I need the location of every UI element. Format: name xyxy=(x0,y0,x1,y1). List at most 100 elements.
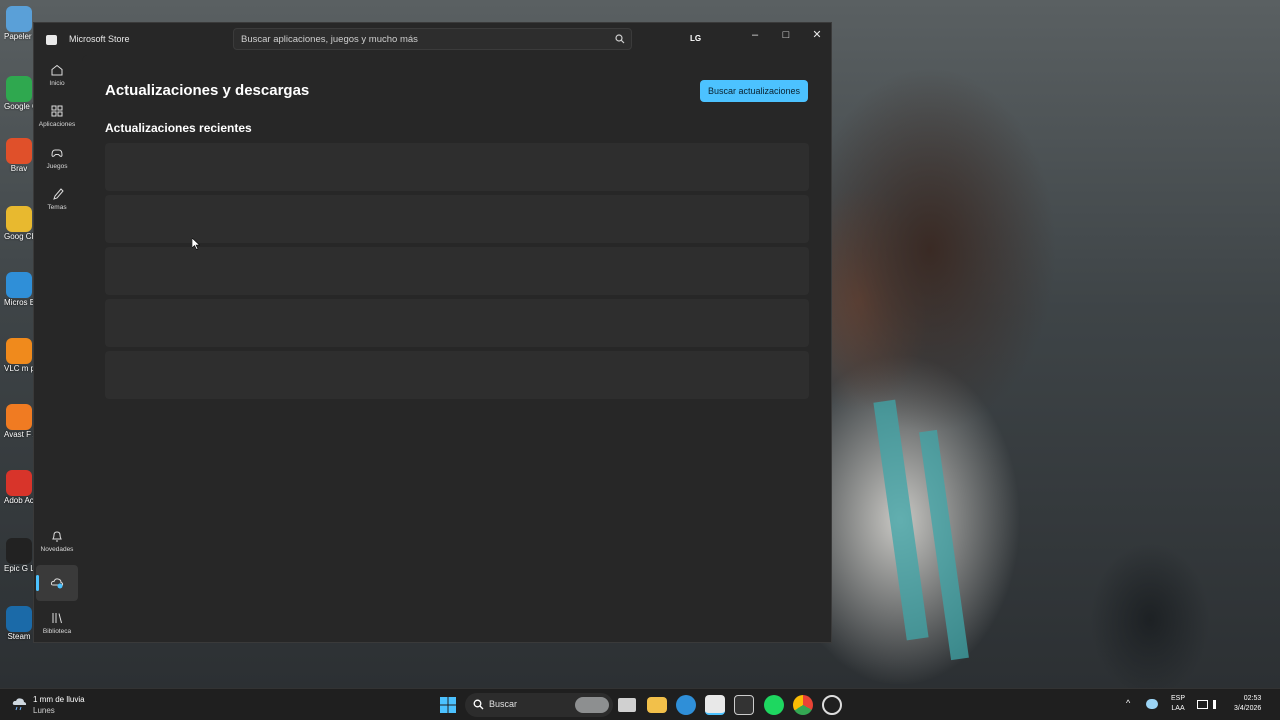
sidebar-item-novedades[interactable]: Novedades xyxy=(36,529,78,553)
gamepad-icon xyxy=(51,149,63,157)
sidebar-item-label: Biblioteca xyxy=(42,628,72,635)
desktop-icon[interactable]: VLC m playe xyxy=(4,338,34,374)
sidebar-item-downloads[interactable] xyxy=(36,565,78,601)
desktop-icon[interactable]: Papeler recicla xyxy=(4,6,34,42)
steam-taskbar-icon[interactable] xyxy=(822,695,842,715)
spotify-icon[interactable] xyxy=(764,695,784,715)
desktop-icon[interactable]: Micros Edge xyxy=(4,272,34,308)
volume-icon[interactable] xyxy=(1213,700,1221,709)
sidebar-item-label: Juegos xyxy=(46,163,68,170)
taskbar: 1 mm de lluvia Lunes Buscar ^ ESP LAA 02… xyxy=(0,688,1280,720)
minimize-button[interactable]: – xyxy=(740,25,770,47)
language-top: ESP xyxy=(1171,695,1186,702)
windows-start-icon[interactable] xyxy=(438,695,458,715)
clock-time: 02:53 xyxy=(1243,695,1262,702)
close-button[interactable]: ✕ xyxy=(802,25,832,47)
network-icon[interactable] xyxy=(1197,700,1208,709)
desktop-app-icon xyxy=(6,76,32,102)
maximize-button[interactable]: □ xyxy=(771,25,801,47)
desktop-icon-label: Steam xyxy=(7,632,31,641)
desktop-icon[interactable]: Avast F Antivi xyxy=(4,404,34,440)
home-icon xyxy=(51,64,63,76)
sidebar-item-label: Inicio xyxy=(49,80,65,87)
desktop-icon-label: Micros Edge xyxy=(4,298,34,307)
sidebar-item-label: Temas xyxy=(47,204,67,211)
desktop-icon-label: Brav xyxy=(10,164,28,173)
pen-app-icon[interactable] xyxy=(734,695,754,715)
tray-expand-icon[interactable]: ^ xyxy=(1126,698,1130,708)
check-updates-button[interactable]: Buscar actualizaciones xyxy=(700,80,808,102)
search-input[interactable]: Buscar aplicaciones, juegos y mucho más xyxy=(233,28,632,50)
store-app-icon xyxy=(46,35,57,45)
loading-placeholder-row xyxy=(105,299,809,347)
search-icon xyxy=(473,699,484,710)
sidebar-item-label: Aplicaciones xyxy=(38,121,76,128)
title-bar[interactable]: Microsoft Store Buscar aplicaciones, jue… xyxy=(34,23,831,55)
desktop-icon[interactable]: Goog Chron xyxy=(4,206,34,242)
desktop-app-icon xyxy=(6,538,32,564)
sidebar-item-inicio[interactable]: Inicio xyxy=(36,63,78,87)
desktop-icon[interactable]: Brav xyxy=(4,138,34,174)
desktop-app-icon xyxy=(6,338,32,364)
search-icon[interactable] xyxy=(615,34,625,44)
loading-placeholder-row xyxy=(105,143,809,191)
desktop-app-icon xyxy=(6,470,32,496)
section-title: Actualizaciones recientes xyxy=(105,121,252,135)
page-title: Actualizaciones y descargas xyxy=(105,82,310,99)
sidebar-item-juegos[interactable]: Juegos xyxy=(36,146,78,170)
loading-placeholder-row xyxy=(105,247,809,295)
desktop-icon-label: Avast F Antivi xyxy=(4,430,34,439)
loading-placeholder-row xyxy=(105,351,809,399)
rain-cloud-icon[interactable] xyxy=(12,697,28,711)
desktop-icon[interactable]: Google Game xyxy=(4,76,34,112)
edge-icon[interactable] xyxy=(676,695,696,715)
bell-icon xyxy=(52,531,62,542)
desktop-app-icon xyxy=(6,606,32,632)
desktop-app-icon xyxy=(6,272,32,298)
downloads-icon xyxy=(50,578,64,589)
desktop-icon-label: Papeler recicla xyxy=(4,32,34,41)
desktop-icon-label: Google Game xyxy=(4,102,34,111)
apps-icon xyxy=(51,105,63,117)
library-icon xyxy=(52,613,62,624)
file-explorer-icon[interactable] xyxy=(647,697,667,713)
desktop-icon[interactable]: Epic G Launc xyxy=(4,538,34,574)
app-title: Microsoft Store xyxy=(69,34,130,44)
clock[interactable]: 02:53 3/4/2026 xyxy=(1234,694,1261,714)
desktop-icons: Papeler recicla Google Game Brav Goog Chron… xyxy=(0,0,34,688)
desktop-app-icon xyxy=(6,206,32,232)
desktop-icon[interactable]: Adob Acro xyxy=(4,470,34,506)
weather-temp[interactable]: 1 mm de lluvia xyxy=(33,695,85,704)
loading-placeholder-row xyxy=(105,195,809,243)
search-placeholder: Buscar aplicaciones, juegos y mucho más xyxy=(241,34,418,45)
sidebar: Inicio Aplicaciones Juegos Temas Novedad… xyxy=(34,55,80,642)
task-view-icon[interactable] xyxy=(618,698,636,712)
language-indicator[interactable]: ESP LAA xyxy=(1171,694,1185,714)
desktop-icon-label: Epic G Launc xyxy=(4,564,34,573)
chrome-icon[interactable] xyxy=(793,695,813,715)
brush-icon xyxy=(53,188,64,200)
main-content: Actualizaciones y descargas Buscar actua… xyxy=(82,55,831,642)
active-indicator xyxy=(36,575,39,591)
desktop-icon-label: Goog Chron xyxy=(4,232,34,241)
sidebar-item-biblioteca[interactable]: Biblioteca xyxy=(36,611,78,635)
store-taskbar-icon[interactable] xyxy=(705,695,725,715)
taskbar-search-label: Buscar xyxy=(489,699,518,709)
desktop-icon[interactable]: Steam xyxy=(4,606,34,642)
search-highlight-image xyxy=(575,697,609,713)
clock-date: 3/4/2026 xyxy=(1234,705,1262,712)
avatar[interactable]: LG xyxy=(690,34,701,43)
taskbar-search[interactable]: Buscar xyxy=(465,693,613,717)
desktop-app-icon xyxy=(6,404,32,430)
language-bottom: LAA xyxy=(1171,705,1185,712)
desktop-app-icon xyxy=(6,138,32,164)
desktop-icon-label: Adob Acro xyxy=(4,496,34,505)
weather-desc[interactable]: Lunes xyxy=(33,706,55,715)
store-window: Microsoft Store Buscar aplicaciones, jue… xyxy=(33,22,832,643)
sidebar-item-label: Novedades xyxy=(40,546,74,553)
sidebar-item-aplicaciones[interactable]: Aplicaciones xyxy=(36,104,78,128)
sidebar-item-temas[interactable]: Temas xyxy=(36,187,78,211)
desktop-app-icon xyxy=(6,6,32,32)
desktop-icon-label: VLC m playe xyxy=(4,364,34,373)
onedrive-icon[interactable] xyxy=(1146,699,1158,709)
